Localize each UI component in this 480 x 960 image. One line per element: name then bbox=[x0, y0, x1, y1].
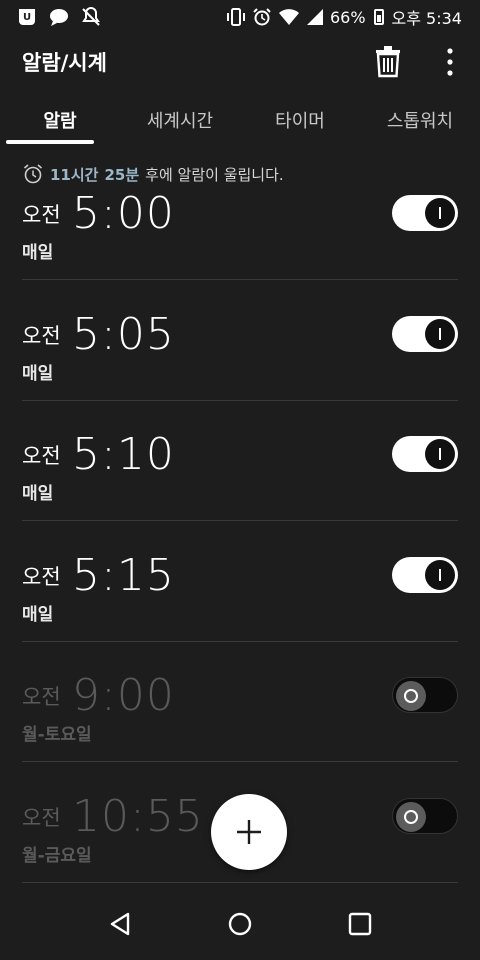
back-button[interactable] bbox=[95, 899, 145, 949]
home-icon bbox=[228, 912, 252, 936]
add-alarm-button[interactable] bbox=[211, 794, 287, 870]
alarm-toggle[interactable] bbox=[392, 556, 458, 593]
vibrate-icon bbox=[226, 8, 246, 26]
wifi-icon bbox=[278, 8, 300, 26]
tab-stopwatch[interactable]: 스톱워치 bbox=[360, 96, 480, 144]
alarm-toggle[interactable] bbox=[392, 315, 458, 352]
next-alarm-suffix: 후에 알람이 울립니다. bbox=[145, 165, 284, 184]
alarm-clock-icon bbox=[252, 8, 272, 26]
alarm-toggle[interactable] bbox=[392, 677, 458, 713]
alarm-item[interactable]: 오전 5:10 매일 bbox=[22, 401, 458, 521]
home-button[interactable] bbox=[215, 899, 265, 949]
alarm-time: 9:00 bbox=[72, 670, 175, 721]
more-options-button[interactable] bbox=[430, 42, 470, 82]
page-title: 알람/시계 bbox=[22, 51, 107, 75]
alarm-item[interactable]: 오전 5:15 매일 bbox=[22, 521, 458, 642]
alarm-repeat: 매일 bbox=[22, 243, 54, 263]
tab-world-clock[interactable]: 세계시간 bbox=[120, 96, 240, 144]
tab-alarm[interactable]: 알람 bbox=[0, 96, 120, 144]
alarm-item[interactable]: 오전 5:00 매일 bbox=[22, 188, 458, 280]
alarm-clock-icon bbox=[23, 164, 43, 184]
alarm-repeat: 매일 bbox=[22, 484, 54, 504]
tab-bar: 알람 세계시간 타이머 스톱워치 bbox=[0, 96, 480, 144]
recents-button[interactable] bbox=[335, 899, 385, 949]
chat-bubble-icon bbox=[48, 7, 70, 27]
alarm-ampm: 오전 bbox=[22, 805, 61, 830]
next-alarm-minutes: 25분 bbox=[104, 165, 140, 184]
more-vert-icon bbox=[447, 48, 453, 76]
toggle-knob bbox=[425, 439, 455, 469]
alarm-repeat: 월-금요일 bbox=[22, 845, 92, 866]
battery-icon bbox=[373, 9, 384, 25]
alarm-time: 5:00 bbox=[72, 188, 175, 239]
alarm-ampm: 오전 bbox=[22, 203, 61, 227]
system-nav-bar bbox=[0, 888, 480, 960]
signal-icon bbox=[306, 8, 324, 26]
toggle-knob bbox=[396, 801, 426, 832]
alarm-toggle[interactable] bbox=[392, 797, 458, 834]
u-app-icon: U bbox=[16, 7, 38, 27]
trash-icon bbox=[376, 46, 400, 78]
alarm-repeat: 매일 bbox=[22, 363, 54, 384]
next-alarm-info: 11시간 25분 후에 알람이 울립니다. bbox=[22, 162, 284, 186]
alarm-time: 5:10 bbox=[72, 429, 175, 480]
tab-timer[interactable]: 타이머 bbox=[240, 96, 360, 144]
bell-off-icon bbox=[80, 7, 102, 27]
back-icon bbox=[110, 912, 130, 936]
svg-text:U: U bbox=[23, 12, 31, 23]
status-time: 오후 5:34 bbox=[391, 9, 462, 28]
next-alarm-hours: 11시간 bbox=[50, 165, 99, 184]
battery-percent: 66% bbox=[329, 7, 366, 27]
toggle-knob bbox=[425, 559, 455, 590]
alarm-time: 5:15 bbox=[72, 549, 175, 601]
status-bar: U 66% 오후 5:34 bbox=[0, 0, 480, 34]
alarm-time: 5:05 bbox=[72, 308, 175, 360]
alarm-time: 10:55 bbox=[72, 790, 204, 842]
toggle-knob bbox=[425, 198, 455, 228]
status-bar-right: 66% 오후 5:34 bbox=[226, 5, 462, 29]
alarm-ampm: 오전 bbox=[22, 685, 61, 709]
delete-button[interactable] bbox=[368, 42, 408, 82]
app-bar: 알람/시계 bbox=[0, 34, 480, 90]
alarm-item[interactable]: 오전 5:05 매일 bbox=[22, 280, 458, 401]
alarm-item[interactable]: 오전 9:00 월-토요일 bbox=[22, 642, 458, 762]
alarm-ampm: 오전 bbox=[22, 323, 61, 348]
plus-icon bbox=[237, 820, 261, 844]
alarm-list: 오전 5:00 매일 오전 5:05 매일 오전 5:10 매일 오전 5:15… bbox=[0, 188, 480, 883]
status-bar-left: U bbox=[16, 7, 102, 27]
alarm-ampm: 오전 bbox=[22, 564, 61, 589]
recents-icon bbox=[348, 912, 372, 936]
alarm-toggle[interactable] bbox=[392, 436, 458, 472]
alarm-repeat: 월-토요일 bbox=[22, 725, 92, 745]
toggle-knob bbox=[396, 681, 426, 711]
alarm-toggle[interactable] bbox=[392, 195, 458, 231]
toggle-knob bbox=[425, 318, 455, 349]
alarm-repeat: 매일 bbox=[22, 604, 54, 625]
alarm-ampm: 오전 bbox=[22, 444, 61, 468]
